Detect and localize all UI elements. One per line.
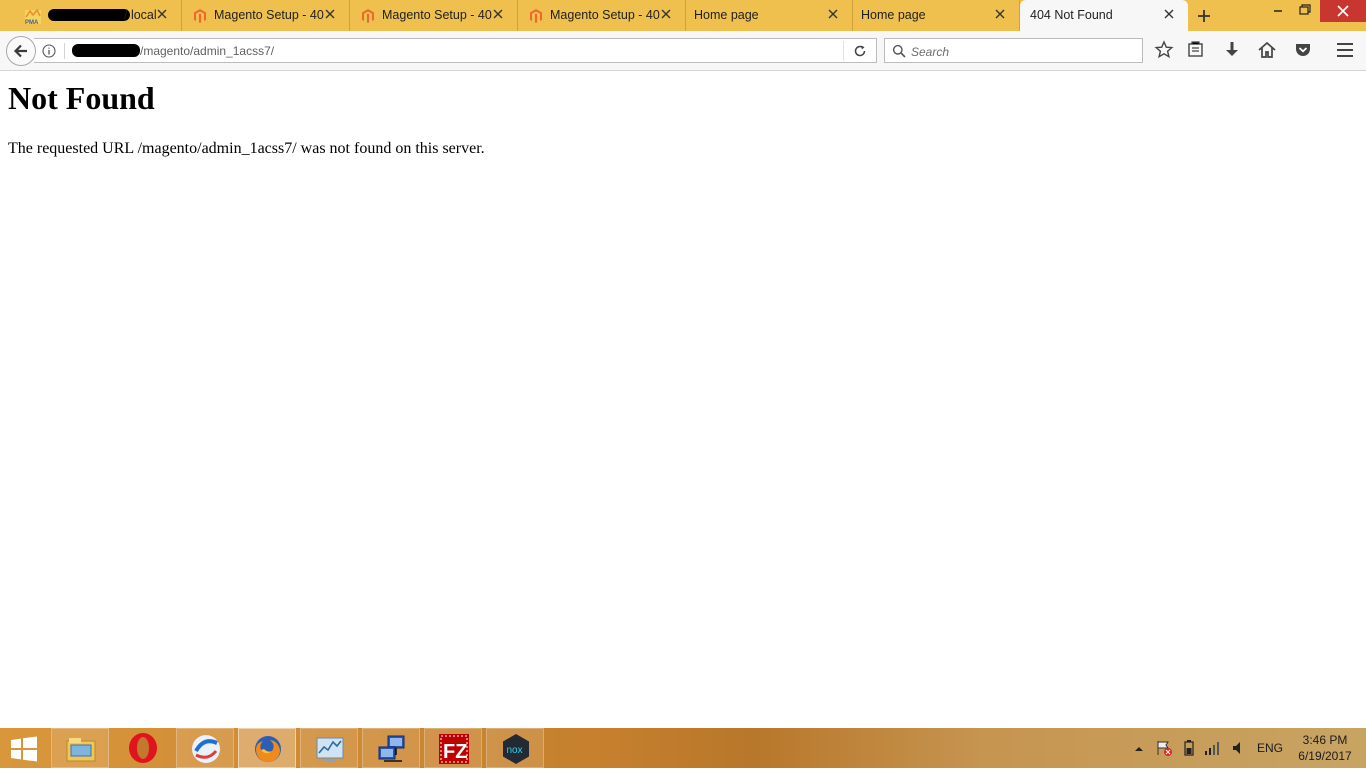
close-tab-icon[interactable] <box>155 7 169 21</box>
page-content: Not Found The requested URL /magento/adm… <box>0 71 1366 728</box>
pocket-icon[interactable] <box>1293 40 1313 60</box>
error-message: The requested URL /magento/admin_1acss7/… <box>8 140 485 157</box>
page-heading: Not Found <box>8 80 155 116</box>
clock-date: 6/19/2017 <box>1298 749 1352 763</box>
tab-title: Home page <box>694 8 759 22</box>
windows-taskbar: FZ nox ENG 3:46 PM 6/19/2017 <box>0 728 1366 768</box>
search-input[interactable] <box>909 42 1133 61</box>
magento-icon <box>528 8 544 24</box>
url-separator <box>64 43 65 59</box>
search-bar[interactable] <box>884 38 1143 63</box>
opera-icon <box>129 733 157 763</box>
action-center-flag-icon[interactable] <box>1155 739 1173 779</box>
battery-icon[interactable] <box>1180 739 1198 779</box>
close-window-button[interactable] <box>1320 0 1366 22</box>
magento-icon <box>360 8 376 24</box>
downloads-icon[interactable] <box>1222 40 1242 60</box>
tab-title: Magento Setup - 40 <box>382 8 492 22</box>
tab-title: Magento Setup - 40 <box>550 8 660 22</box>
system-clock[interactable]: 3:46 PM 6/19/2017 <box>1290 732 1360 764</box>
url-path[interactable]: /magento/admin_1acss7/ <box>140 44 274 58</box>
tab-title: 404 Not Found <box>1030 8 1113 22</box>
tab-magento-setup-2[interactable]: Magento Setup - 40 <box>350 0 518 31</box>
menu-hamburger-icon[interactable] <box>1335 40 1355 60</box>
close-tab-icon[interactable] <box>1162 7 1176 21</box>
redacted-host <box>72 44 140 57</box>
reload-icon[interactable] <box>853 44 867 63</box>
start-icon[interactable] <box>10 736 38 767</box>
filezilla-label: FZ <box>443 741 467 763</box>
tab-magento-setup-3[interactable]: Magento Setup - 40 <box>518 0 686 31</box>
firefox-button[interactable] <box>238 728 296 768</box>
close-tab-icon[interactable] <box>659 7 673 21</box>
tab-phpmyadmin[interactable]: PMA / local <box>14 0 182 31</box>
filezilla-icon: FZ <box>439 734 469 764</box>
new-tab-button[interactable] <box>1196 8 1212 29</box>
search-icon <box>892 44 906 63</box>
reload-separator <box>843 41 844 61</box>
redacted-hostname <box>48 9 130 21</box>
network-tool-icon <box>378 735 405 762</box>
volume-icon[interactable] <box>1230 739 1248 779</box>
bookmarks-library-icon[interactable] <box>1186 40 1206 60</box>
performance-monitor-button[interactable] <box>300 728 358 768</box>
clock-time: 3:46 PM <box>1302 733 1348 747</box>
tab-strip: PMA / local Magento Setup - 40 Magento S… <box>0 0 1366 32</box>
home-icon[interactable] <box>1257 40 1277 60</box>
performance-monitor-icon <box>316 737 344 762</box>
safari-like-browser-icon <box>192 735 220 763</box>
info-icon[interactable] <box>42 44 56 63</box>
opera-button[interactable] <box>114 728 172 768</box>
close-tab-icon[interactable] <box>826 7 840 21</box>
file-explorer-button[interactable] <box>51 728 109 768</box>
tab-title: Home page <box>861 8 926 22</box>
magento-icon <box>192 8 208 24</box>
safari-like-browser-button[interactable] <box>176 728 234 768</box>
firefox-icon <box>255 736 281 762</box>
minimize-button[interactable] <box>1265 0 1291 22</box>
nox-label: nox <box>507 745 523 756</box>
tab-home-page-1[interactable]: Home page <box>686 0 853 31</box>
close-tab-icon[interactable] <box>993 7 1007 21</box>
phpmyadmin-icon: PMA <box>24 8 41 26</box>
language-indicator[interactable]: ENG <box>1257 741 1283 755</box>
tab-magento-setup-1[interactable]: Magento Setup - 40 <box>182 0 350 31</box>
bookmark-star-icon[interactable] <box>1154 40 1174 60</box>
close-tab-icon[interactable] <box>323 7 337 21</box>
network-tool-button[interactable] <box>362 728 420 768</box>
network-signal-icon[interactable] <box>1203 739 1221 779</box>
url-bar[interactable]: /magento/admin_1acss7/ <box>34 38 877 63</box>
filezilla-button[interactable]: FZ <box>424 728 482 768</box>
tab-title: Magento Setup - 40 <box>214 8 324 22</box>
show-hidden-icons-icon[interactable] <box>1133 742 1145 782</box>
navigation-toolbar: /magento/admin_1acss7/ <box>0 31 1366 71</box>
back-button[interactable] <box>6 36 36 66</box>
tab-home-page-2[interactable]: Home page <box>853 0 1020 31</box>
restore-button[interactable] <box>1291 0 1319 22</box>
tab-404-not-found[interactable]: 404 Not Found <box>1020 0 1188 32</box>
close-tab-icon[interactable] <box>491 7 505 21</box>
phpmyadmin-badge: PMA <box>25 20 39 26</box>
file-explorer-icon <box>66 738 96 762</box>
nox-icon: nox <box>503 734 529 764</box>
nox-button[interactable]: nox <box>486 728 544 768</box>
